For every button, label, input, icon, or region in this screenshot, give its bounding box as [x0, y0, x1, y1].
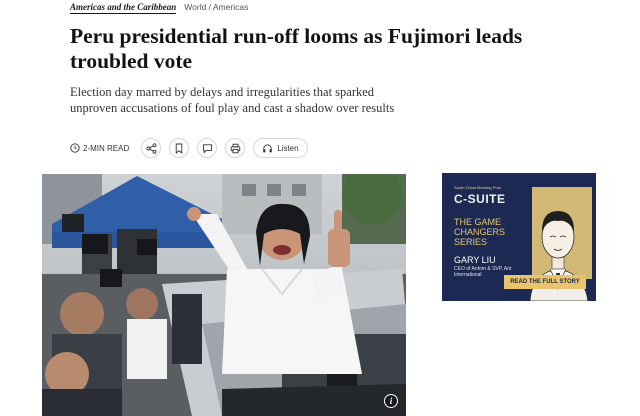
read-time: 2-MIN READ: [70, 143, 129, 153]
section-link[interactable]: Americas and the Caribbean: [70, 2, 177, 14]
photo-illustration: [42, 174, 406, 416]
photo-info-button[interactable]: i: [384, 394, 398, 408]
advertisement-banner[interactable]: South China Morning Post C-SUITE THE GAM…: [442, 173, 596, 301]
headphones-icon: [262, 143, 273, 154]
ad-series-title: THE GAME CHANGERS SERIES: [454, 217, 506, 247]
breadcrumb-path[interactable]: World / Americas: [184, 2, 248, 12]
comment-button[interactable]: [197, 138, 218, 158]
bookmark-icon: [174, 143, 184, 154]
article-toolbar: 2-MIN READ Listen: [70, 138, 308, 158]
ad-person-name: GARY LIU: [454, 255, 496, 265]
print-icon: [230, 143, 241, 154]
article-headline: Peru presidential run-off looms as Fujim…: [70, 24, 523, 73]
ad-cta-button[interactable]: READ THE FULL STORY: [504, 275, 586, 289]
breadcrumb: Americas and the Caribbean World / Ameri…: [70, 2, 248, 14]
read-time-label: 2-MIN READ: [83, 143, 130, 153]
listen-label: Listen: [277, 143, 299, 153]
listen-button[interactable]: Listen: [253, 138, 308, 158]
comment-icon: [202, 143, 213, 154]
print-button[interactable]: [225, 138, 246, 158]
clock-icon: [70, 143, 80, 153]
share-icon: [146, 142, 157, 154]
share-button[interactable]: [141, 138, 162, 158]
ad-brand: South China Morning Post: [454, 185, 501, 190]
article-standfirst: Election day marred by delays and irregu…: [70, 85, 395, 115]
ad-logo: C-SUITE: [454, 192, 506, 206]
bookmark-button[interactable]: [169, 138, 190, 158]
article-photo[interactable]: i: [42, 174, 406, 416]
